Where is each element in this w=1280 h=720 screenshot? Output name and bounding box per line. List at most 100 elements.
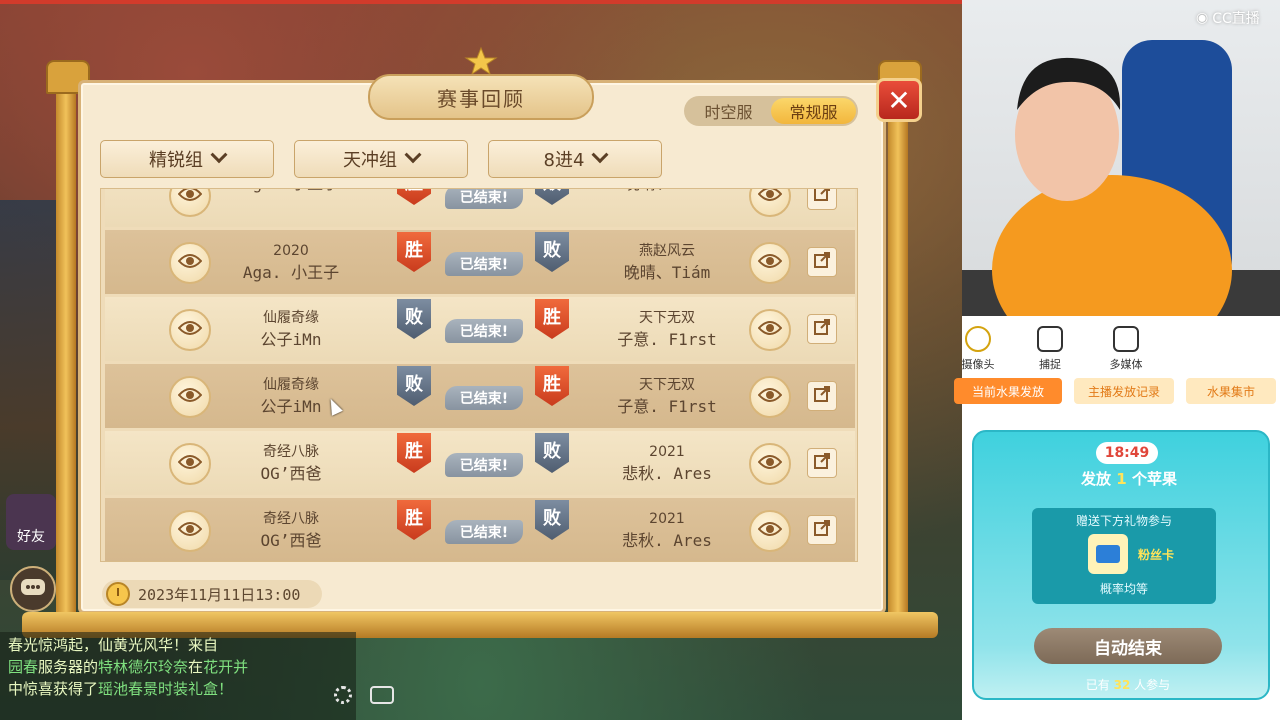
participants-count: 已有 32 人参与 [1085, 678, 1171, 692]
share-button[interactable] [807, 314, 837, 344]
media-icon [1113, 326, 1139, 352]
watch-right-button[interactable] [749, 443, 791, 485]
share-button[interactable] [807, 189, 837, 210]
right-team: 天下无双 子意. F1rst [577, 374, 757, 418]
status-badge: 已结束! [445, 453, 523, 477]
left-player-name: Aga. 小王子 [201, 189, 381, 195]
eye-icon [757, 387, 783, 407]
share-button[interactable] [807, 381, 837, 411]
fruit-tabs: 当前水果发放 主播发放记录 水果集市 [954, 378, 1280, 406]
right-team: 晚晴、Tiám [577, 189, 757, 195]
right-player-name: 悲秋. Ares [622, 464, 712, 483]
server-toggle: 时空服 常规服 [684, 96, 858, 126]
left-result-badge: 败 [397, 366, 431, 406]
left-player-name: OG’西爸 [260, 464, 322, 483]
watch-right-button[interactable] [749, 309, 791, 351]
tool-media[interactable]: 多媒体 [1096, 326, 1156, 372]
cc-live-logo: ◉ CC直播 [1196, 10, 1260, 27]
close-icon: ✕ [887, 83, 911, 117]
friend-label: 好友 [17, 529, 45, 545]
left-team: 仙履奇缘公子iMn [201, 374, 381, 418]
status-badge: 已结束! [445, 386, 523, 410]
chat-icon [21, 579, 45, 595]
tab-current-fruit[interactable]: 当前水果发放 [954, 378, 1062, 404]
chat-button[interactable] [10, 566, 56, 612]
camera-icon[interactable] [370, 686, 394, 704]
share-button[interactable] [807, 247, 837, 277]
fan-card-icon [1088, 534, 1128, 574]
settings-icon[interactable] [334, 686, 352, 704]
share-button[interactable] [807, 515, 837, 545]
group-dropdown[interactable]: 精锐组 [100, 140, 274, 178]
right-team: 2021 悲秋. Ares [577, 508, 757, 552]
right-player-name: 悲秋. Ares [622, 531, 712, 550]
star-crown-icon [464, 46, 498, 76]
friend-button[interactable]: 好友 [6, 494, 56, 550]
share-icon [813, 318, 831, 340]
eye-icon [757, 454, 783, 474]
right-team-name: 2021 [649, 511, 685, 527]
left-team: 奇经八脉 OG’西爸 [201, 441, 381, 485]
eye-icon [757, 253, 783, 273]
chat-line: 中惊喜获得了瑶池春景时装礼盒！ [8, 680, 234, 698]
probability-text: 概率均等 [1099, 582, 1148, 596]
watch-right-button[interactable] [749, 510, 791, 552]
match-row: 奇经八脉 OG’西爸 胜已结束! 败 2021 悲秋. Ares [105, 431, 855, 495]
eye-icon [177, 387, 203, 407]
subgroup-dropdown[interactable]: 天冲组 [294, 140, 468, 178]
left-player-name: Aga. 小王子 [242, 263, 340, 282]
watch-right-button[interactable] [749, 242, 791, 284]
tool-capture[interactable]: 捕捉 [1020, 326, 1080, 372]
left-team-name: 仙履奇缘 [263, 310, 319, 326]
left-result-badge: 败 [397, 299, 431, 339]
chevron-down-icon [210, 146, 228, 164]
left-team: 奇经八脉 OG’西爸 [201, 508, 381, 552]
tab-regular-server[interactable]: 常规服 [771, 98, 856, 124]
share-icon [813, 189, 831, 206]
left-result-badge: 胜 [397, 433, 431, 473]
auto-end-button[interactable]: 自动结束 [1034, 628, 1222, 664]
right-result-badge: 败 [535, 500, 569, 540]
left-team-name: 奇经八脉 [263, 511, 319, 527]
eye-icon [757, 320, 783, 340]
eye-icon [757, 189, 783, 206]
tab-spacetime-server[interactable]: 时空服 [686, 98, 771, 124]
right-player-name: 晚晴、Tiám [577, 189, 757, 195]
match-list[interactable]: Aga. 小王子胜已结束!败晚晴、Tiám2020Aga. 小王子胜已结束!败燕… [100, 188, 858, 562]
left-player-name: OG’西爸 [260, 531, 322, 550]
gift-name: 粉丝卡 [1138, 548, 1175, 562]
match-row: 仙履奇缘 公子iMn 败已结束! 胜天下无双 子意. F1rst [105, 297, 855, 361]
left-result-badge: 胜 [397, 232, 431, 272]
watch-right-button[interactable] [749, 376, 791, 418]
share-button[interactable] [807, 448, 837, 478]
share-icon [813, 385, 831, 407]
eye-icon [177, 189, 203, 206]
stream-toolbar: 摄像头 捕捉 多媒体 [962, 316, 1280, 380]
modal-rail-right [888, 72, 908, 632]
right-player-name: 晚晴、Tiám [623, 263, 711, 282]
camera-icon [965, 326, 991, 352]
right-player-name: 子意. F1rst [617, 330, 717, 349]
match-date: 2023年11月11日13:00 [102, 580, 322, 608]
left-team-name: 仙履奇缘 [263, 377, 319, 393]
close-button[interactable]: ✕ [876, 78, 922, 122]
tab-host-record[interactable]: 主播发放记录 [1074, 378, 1174, 404]
subgroup-dropdown-label: 天冲组 [343, 150, 397, 171]
right-player-name: 子意. F1rst [617, 397, 717, 416]
right-team-name: 2021 [649, 444, 685, 460]
round-dropdown[interactable]: 8进4 [488, 140, 662, 178]
watch-right-button[interactable] [749, 189, 791, 217]
chat-broadcast: 春光惊鸿起，仙黄光风华！来自 园春服务器的特林德尔玲奈在花开并 中惊喜获得了瑶池… [0, 632, 356, 720]
status-badge: 已结束! [445, 520, 523, 544]
left-player-name: 公子iMn [260, 397, 322, 416]
clock-icon [106, 582, 130, 606]
top-bar [0, 0, 962, 4]
cc-logo-icon: ◉ [1196, 10, 1209, 26]
left-team-name: 奇经八脉 [263, 444, 319, 460]
tool-camera[interactable]: 摄像头 [948, 326, 1008, 372]
eye-icon [177, 454, 203, 474]
share-icon [813, 519, 831, 541]
status-badge: 已结束! [445, 189, 523, 209]
tab-fruit-market[interactable]: 水果集市 [1186, 378, 1276, 404]
chevron-down-icon [404, 146, 422, 164]
